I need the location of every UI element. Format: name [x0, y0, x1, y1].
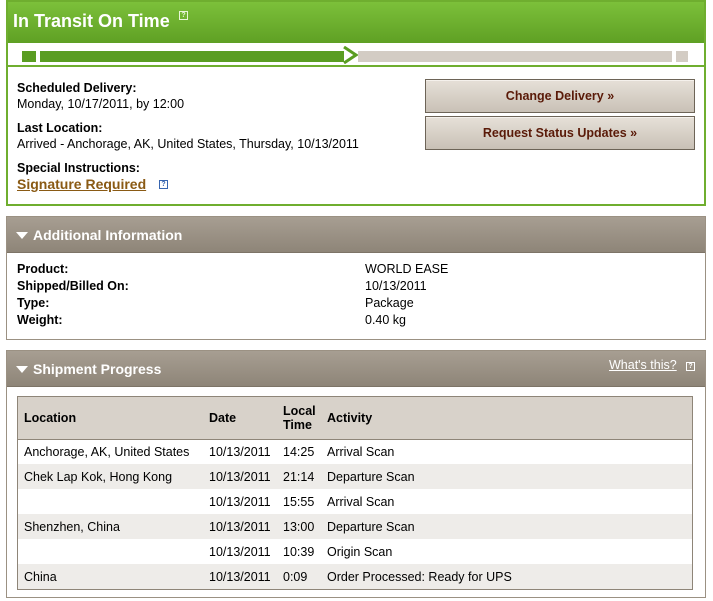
delivery-progress-bar [8, 43, 704, 67]
change-delivery-button[interactable]: Change Delivery » [425, 79, 695, 113]
time-cell: 14:25 [283, 444, 315, 459]
type-value: Package [365, 296, 414, 310]
location-column-header: Location [18, 397, 203, 440]
shipped-billed-label: Shipped/Billed On: [17, 279, 129, 293]
time-cell: 10:39 [283, 544, 315, 559]
location-cell [18, 539, 203, 564]
date-column-header: Date [203, 397, 277, 440]
progress-start-segment [22, 51, 36, 62]
scheduled-delivery-label: Scheduled Delivery: [17, 81, 137, 95]
activity-cell: Departure Scan [321, 514, 692, 539]
shipment-progress-table: Location Date Local Time Activity Anchor… [17, 396, 693, 590]
product-value: WORLD EASE [365, 262, 449, 276]
date-cell: 10/13/2011 [203, 464, 277, 489]
help-icon[interactable]: ? [159, 180, 168, 189]
activity-cell: Arrival Scan [327, 444, 395, 459]
shipment-progress-header[interactable]: Shipment Progress What's this? ? [7, 351, 705, 387]
activity-cell: Origin Scan [327, 544, 393, 559]
last-location-label: Last Location: [17, 121, 103, 135]
status-panel: In Transit On Time ? Scheduled Delivery:… [6, 0, 706, 206]
table-header-row: Location Date Local Time Activity [18, 397, 692, 440]
scheduled-delivery-value: Monday, 10/17/2011, by 12:00 [17, 97, 185, 111]
status-header: In Transit On Time ? [8, 2, 704, 43]
location-cell [18, 489, 203, 514]
collapse-triangle-icon[interactable] [16, 232, 28, 239]
activity-column-header: Activity [321, 397, 692, 440]
local-time-column-header: Local Time [277, 397, 321, 440]
activity-cell: Arrival Scan [327, 494, 395, 509]
additional-information-panel: Additional Information Product: WORLD EA… [6, 216, 706, 340]
location-cell: Chek Lap Kok, Hong Kong [18, 464, 203, 489]
date-cell: 10/13/2011 [209, 544, 271, 559]
location-cell: Anchorage, AK, United States [24, 444, 190, 459]
weight-label: Weight: [17, 313, 63, 327]
status-title: In Transit On Time [13, 11, 170, 31]
table-row: Anchorage, AK, United States 10/13/2011 … [18, 439, 692, 464]
request-status-updates-button[interactable]: Request Status Updates » [425, 116, 695, 150]
table-row: Chek Lap Kok, Hong Kong 10/13/2011 21:14… [18, 464, 692, 489]
progress-remaining-segment [358, 51, 672, 62]
date-cell: 10/13/2011 [203, 514, 277, 539]
local-time-header-line1: Local [283, 403, 316, 418]
activity-cell: Order Processed: Ready for UPS [321, 564, 692, 589]
table-row: China 10/13/2011 0:09 Order Processed: R… [18, 564, 692, 589]
progress-end-segment [676, 51, 688, 62]
location-cell: Shenzhen, China [18, 514, 203, 539]
product-label: Product: [17, 262, 69, 276]
type-label: Type: [17, 296, 50, 310]
whats-this-link[interactable]: What's this? [609, 358, 677, 372]
help-icon[interactable]: ? [686, 362, 695, 371]
last-location-value: Arrived - Anchorage, AK, United States, … [17, 137, 359, 151]
table-row: Shenzhen, China 10/13/2011 13:00 Departu… [18, 514, 692, 539]
time-cell: 13:00 [277, 514, 321, 539]
progress-completed-segment [40, 51, 344, 62]
date-cell: 10/13/2011 [203, 564, 277, 589]
time-cell: 0:09 [277, 564, 321, 589]
signature-required-link[interactable]: Signature Required [17, 176, 146, 192]
table-row: 10/13/2011 15:55 Arrival Scan [18, 489, 692, 514]
additional-information-header[interactable]: Additional Information [7, 217, 705, 253]
special-instructions-label: Special Instructions: [17, 161, 140, 175]
table-row: 10/13/2011 10:39 Origin Scan [18, 539, 692, 564]
help-icon[interactable]: ? [179, 11, 188, 20]
shipped-billed-value: 10/13/2011 [365, 279, 427, 293]
local-time-header-line2: Time [283, 417, 312, 432]
location-cell: China [18, 564, 203, 589]
shipment-progress-title: Shipment Progress [33, 361, 162, 377]
weight-value: 0.40 kg [365, 313, 407, 327]
date-cell: 10/13/2011 [209, 494, 271, 509]
time-cell: 15:55 [283, 494, 315, 509]
additional-information-title: Additional Information [33, 227, 183, 243]
time-cell: 21:14 [277, 464, 321, 489]
activity-cell: Departure Scan [321, 464, 692, 489]
shipment-progress-panel: Shipment Progress What's this? ? Locatio… [6, 350, 706, 598]
date-cell: 10/13/2011 [209, 444, 271, 459]
collapse-triangle-icon[interactable] [16, 366, 28, 373]
